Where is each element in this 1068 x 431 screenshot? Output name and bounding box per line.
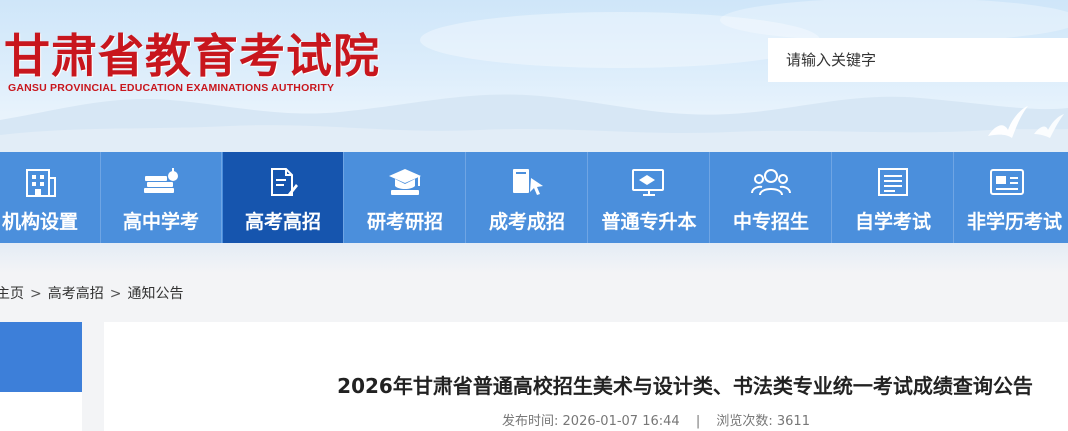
nav-item-vocational-enrollment[interactable]: 中专招生 (711, 152, 832, 243)
id-card-icon (988, 166, 1026, 202)
views-count: 3611 (776, 414, 810, 429)
nav-item-self-study-exam[interactable]: 自学考试 (833, 152, 954, 243)
views-label: 浏览次数: (716, 414, 773, 429)
nav-item-adult-exam[interactable]: 成考成招 (467, 152, 588, 243)
site-header: 甘肃省教育考试院 GANSU PROVINCIAL EDUCATION EXAM… (0, 0, 1068, 152)
breadcrumb-home-link[interactable]: 主页 (0, 283, 24, 303)
nav-item-institution[interactable]: 机构设置 (0, 152, 101, 243)
nav-label: 高中学考 (122, 211, 199, 233)
breadcrumb: 主页 > 高考高招 > 通知公告 (0, 283, 183, 303)
nav-label: 研考研招 (366, 211, 443, 233)
document-pen-icon (266, 166, 300, 202)
breadcrumb-separator: > (109, 286, 122, 302)
sidebar-header (0, 322, 82, 392)
nav-label: 中专招生 (732, 211, 809, 233)
main-nav: 机构设置 高中学考 高考高招 研考研招 成考成招 普通专升本 中专招生 自学考试… (0, 152, 1068, 243)
nav-item-graduate-exam[interactable]: 研考研招 (345, 152, 466, 243)
birds-decoration (988, 106, 1064, 138)
nav-item-high-school-exam[interactable]: 高中学考 (101, 152, 222, 243)
breadcrumb-current-link[interactable]: 通知公告 (127, 283, 183, 303)
article-title: 2026年甘肃省普通高校招生美术与设计类、书法类专业统一考试成绩查询公告 (337, 374, 1033, 398)
nav-label: 自学考试 (854, 211, 931, 233)
book-cursor-icon (507, 166, 547, 202)
meta-separator: | (695, 414, 701, 429)
site-title[interactable]: 甘肃省教育考试院 (4, 20, 380, 86)
publish-time-label: 发布时间: (502, 414, 559, 429)
books-apple-icon (141, 166, 181, 202)
nav-shadow (0, 243, 1068, 273)
graduation-cap-icon (385, 166, 425, 202)
monitor-icon (629, 166, 669, 202)
article-meta: 发布时间: 2026-01-07 16:44 | 浏览次数: 3611 (502, 410, 810, 429)
building-icon (23, 166, 57, 202)
article-panel: 2026年甘肃省普通高校招生美术与设计类、书法类专业统一考试成绩查询公告 发布时… (104, 322, 1068, 431)
nav-item-upgrade-exam[interactable]: 普通专升本 (589, 152, 710, 243)
breadcrumb-separator: > (30, 286, 42, 302)
nav-item-gaokao[interactable]: 高考高招 (223, 152, 344, 243)
nav-label: 高考高招 (244, 211, 321, 233)
nav-label: 成考成招 (488, 211, 565, 233)
nav-label: 普通专升本 (601, 211, 697, 233)
site-subtitle: GANSU PROVINCIAL EDUCATION EXAMINATIONS … (8, 82, 335, 94)
publish-time: 2026-01-07 16:44 (562, 414, 680, 429)
users-icon (751, 166, 791, 202)
nav-item-non-degree-exam[interactable]: 非学历考试 (955, 152, 1068, 243)
nav-label: 机构设置 (1, 211, 78, 233)
nav-label: 非学历考试 (967, 211, 1063, 233)
breadcrumb-section-link[interactable]: 高考高招 (48, 283, 104, 303)
notebook-icon (875, 166, 911, 202)
search-input[interactable] (768, 38, 1068, 82)
